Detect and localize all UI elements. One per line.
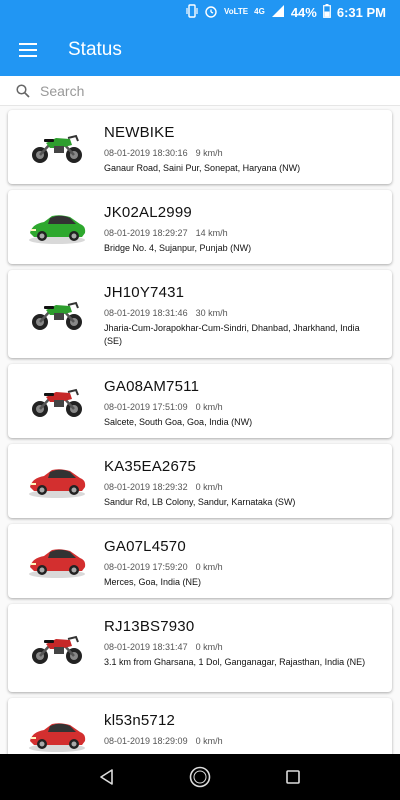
vehicle-timestamp: 08-01-2019 18:31:46 xyxy=(104,308,188,318)
clock: 6:31 PM xyxy=(336,4,386,20)
back-button[interactable] xyxy=(87,757,127,797)
signal-icon xyxy=(271,4,285,20)
search-icon xyxy=(16,83,30,98)
alarm-icon xyxy=(204,4,218,20)
vehicle-address: Salcete, South Goa, Goa, India (NW) xyxy=(104,417,253,427)
vehicle-meta: 08-01-2019 18:31:46 30 km/h xyxy=(104,308,228,318)
vehicle-speed: 30 km/h xyxy=(195,308,228,318)
vehicle-card[interactable]: NEWBIKE 08-01-2019 18:30:16 9 km/h Ganaur R… xyxy=(8,110,392,184)
vehicle-speed: 0 km/h xyxy=(195,482,223,492)
battery-percent: 44% xyxy=(290,4,317,20)
vehicle-name: JH10Y7431 xyxy=(104,284,185,301)
page-title: Status xyxy=(68,39,122,60)
motorbike-icon xyxy=(26,628,88,668)
search-input[interactable] xyxy=(40,82,380,99)
vehicle-card[interactable]: GA08AM7511 08-01-2019 17:51:09 0 km/h Salce… xyxy=(8,364,392,438)
vehicle-address: Merces, Goa, India (NE) xyxy=(104,577,202,587)
motorbike-icon xyxy=(26,381,88,421)
vehicle-timestamp: 08-01-2019 17:51:09 xyxy=(104,402,188,412)
vehicle-name: NEWBIKE xyxy=(104,124,175,141)
vehicle-name: GA07L4570 xyxy=(104,538,186,555)
search-bar xyxy=(0,76,400,106)
vehicle-card[interactable]: KA35EA2675 08-01-2019 18:29:32 0 km/h Sandu… xyxy=(8,444,392,518)
car-icon xyxy=(26,207,88,247)
system-nav-bar xyxy=(0,754,400,800)
vehicle-card[interactable]: GA07L4570 08-01-2019 17:59:20 0 km/h Merces… xyxy=(8,524,392,598)
vibrate-icon xyxy=(186,4,198,20)
vehicle-speed: 14 km/h xyxy=(195,228,228,238)
menu-button[interactable] xyxy=(0,24,56,76)
vehicle-speed: 9 km/h xyxy=(195,148,223,158)
vehicle-meta: 08-01-2019 18:29:09 0 km/h xyxy=(104,736,223,746)
vehicle-meta: 08-01-2019 18:29:32 0 km/h xyxy=(104,482,223,492)
vehicle-card[interactable]: RJ13BS7930 08-01-2019 18:31:47 0 km/h 3.1 k… xyxy=(8,604,392,692)
vehicle-card[interactable]: JK02AL2999 08-01-2019 18:29:27 14 km/h Brid… xyxy=(8,190,392,264)
vehicle-name: RJ13BS7930 xyxy=(104,618,195,635)
vehicle-meta: 08-01-2019 17:59:20 0 km/h xyxy=(104,562,223,572)
vehicle-name: kl53n5712 xyxy=(104,712,176,729)
vehicle-timestamp: 08-01-2019 18:30:16 xyxy=(104,148,188,158)
system-status-bar: VoLTE 4G 44% 6:31 PM xyxy=(0,0,400,24)
recents-button[interactable] xyxy=(273,757,313,797)
vehicle-timestamp: 08-01-2019 18:29:32 xyxy=(104,482,188,492)
vehicle-timestamp: 08-01-2019 18:29:27 xyxy=(104,228,188,238)
vehicle-name: GA08AM7511 xyxy=(104,378,200,395)
home-circle-icon xyxy=(189,766,211,788)
vehicle-card[interactable]: JH10Y7431 08-01-2019 18:31:46 30 km/h Jhari… xyxy=(8,270,392,358)
vehicle-address: Ganaur Road, Saini Pur, Sonepat, Haryana… xyxy=(104,163,301,173)
motorbike-icon xyxy=(26,127,88,167)
battery-icon xyxy=(322,4,331,20)
vehicle-name: KA35EA2675 xyxy=(104,458,197,475)
back-triangle-icon xyxy=(99,769,113,785)
motorbike-icon xyxy=(26,294,88,334)
vehicle-address: 3.1 km from Gharsana, 1 Dol, Ganganagar,… xyxy=(104,657,366,667)
vehicle-address: Sandur Rd, LB Colony, Sandur, Karnataka … xyxy=(104,497,296,507)
vehicle-speed: 0 km/h xyxy=(195,736,223,746)
volte-icon: VoLTE xyxy=(224,7,249,16)
vehicle-timestamp: 08-01-2019 18:29:09 xyxy=(104,736,188,746)
car-icon xyxy=(26,715,88,754)
car-icon xyxy=(26,461,88,501)
vehicle-timestamp: 08-01-2019 18:31:47 xyxy=(104,642,188,652)
vehicle-speed: 0 km/h xyxy=(195,562,223,572)
vehicle-address: Jharia-Cum-Jorapokhar-Cum-Sindri, Dhanba… xyxy=(104,323,360,346)
recents-square-icon xyxy=(286,770,301,784)
vehicle-address: Bridge No. 4, Sujanpur, Punjab (NW) xyxy=(104,243,252,253)
vehicle-meta: 08-01-2019 17:51:09 0 km/h xyxy=(104,402,223,412)
vehicle-timestamp: 08-01-2019 17:59:20 xyxy=(104,562,188,572)
vehicle-list: NEWBIKE 08-01-2019 18:30:16 9 km/h Ganaur R… xyxy=(0,106,400,754)
vehicle-meta: 08-01-2019 18:31:47 0 km/h xyxy=(104,642,223,652)
network-type-label: 4G xyxy=(254,7,265,16)
app-bar: Status xyxy=(0,24,400,76)
vehicle-name: JK02AL2999 xyxy=(104,204,192,221)
vehicle-meta: 08-01-2019 18:30:16 9 km/h xyxy=(104,148,223,158)
car-icon xyxy=(26,541,88,581)
vehicle-meta: 08-01-2019 18:29:27 14 km/h xyxy=(104,228,228,238)
vehicle-speed: 0 km/h xyxy=(195,642,223,652)
vehicle-speed: 0 km/h xyxy=(195,402,223,412)
vehicle-card[interactable]: kl53n5712 08-01-2019 18:29:09 0 km/h xyxy=(8,698,392,754)
home-button[interactable] xyxy=(180,757,220,797)
hamburger-icon xyxy=(19,43,37,57)
